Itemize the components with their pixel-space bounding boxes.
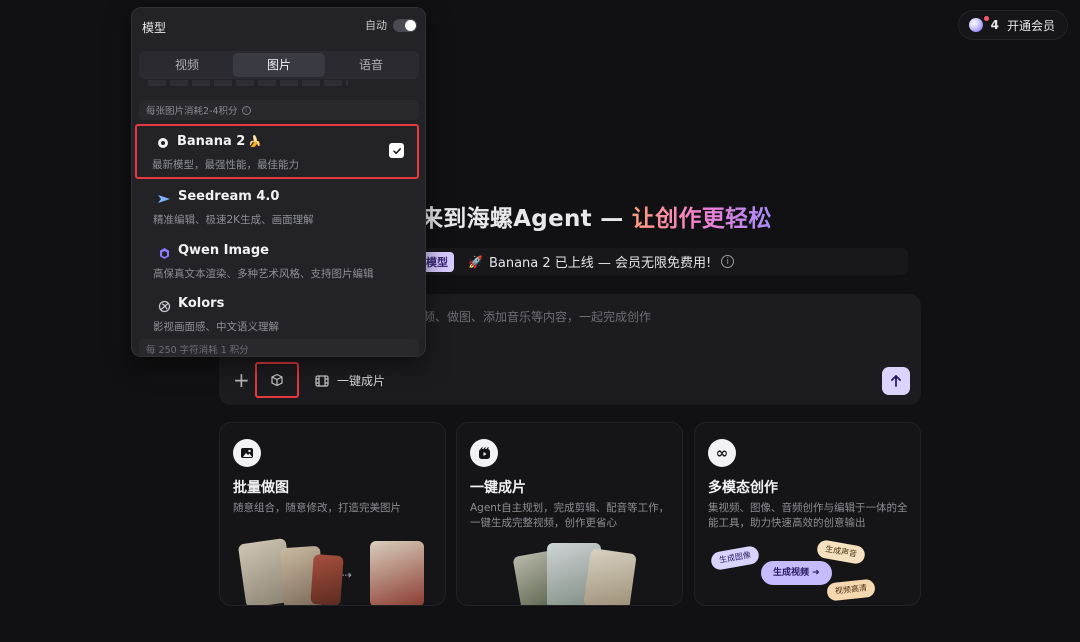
model-desc: 高保真文本渲染、多种艺术风格、支持图片编辑: [153, 268, 374, 280]
sample-image-3: [310, 554, 344, 605]
section-text: 每张图片消耗2-4积分: [146, 106, 238, 117]
card-desc: 随意组合，随意修改，打造完美图片: [233, 502, 401, 514]
arrow-up-icon: [891, 374, 901, 387]
model-type-tabs[interactable]: 视频 图片 语音: [139, 51, 419, 79]
banana-logo-icon: [155, 135, 171, 151]
chip-generate-video: 生成视频 ➜: [761, 561, 832, 585]
credit-coin-icon: [968, 18, 983, 32]
model-select-button[interactable]: [255, 362, 299, 398]
banana-emoji: 🍌: [248, 135, 263, 148]
info-icon[interactable]: i: [241, 105, 251, 115]
model-dropdown[interactable]: 模型 自动 视频 图片 语音 每张图片消耗2-4积分 i Banana 2 🍌 最…: [131, 7, 426, 357]
dropdown-title: 模型: [142, 21, 167, 35]
model-name: Banana 2 🍌: [177, 134, 263, 149]
membership-button[interactable]: 4 开通会员: [957, 10, 1068, 40]
selected-check-icon[interactable]: [389, 143, 404, 158]
model-name: Seedream 4.0: [178, 189, 280, 204]
chip-generate-image: 生成图像: [709, 544, 761, 572]
model-desc: 影视画面感、中文语义理解: [153, 321, 279, 333]
card-title: 批量做图: [233, 480, 289, 496]
feature-card-batch-image[interactable]: 批量做图 随意组合，随意修改，打造完美图片 ⇢: [219, 422, 446, 606]
model-item-seedream[interactable]: Seedream 4.0 精准编辑、极速2K生成、画面理解: [139, 183, 419, 231]
film-icon: [315, 374, 329, 387]
info-icon[interactable]: i: [721, 255, 735, 268]
auto-label: 自动: [365, 19, 387, 32]
tab-voice[interactable]: 语音: [325, 53, 417, 77]
tab-image[interactable]: 图片: [233, 53, 325, 77]
oneclick-video-button[interactable]: 一键成片: [315, 372, 385, 389]
image-icon: [233, 439, 261, 467]
model-item-qwen-image[interactable]: Qwen Image 高保真文本渲染、多种艺术风格、支持图片编辑: [139, 237, 419, 285]
card-desc: 集视频、图像、音频创作与编辑于一体的全能工具，助力快速高效的创意输出: [708, 502, 908, 529]
hero-title-accent: 让创作更轻松: [631, 206, 772, 232]
feature-card-oneclick-video[interactable]: 一键成片 Agent自主规划，完成剪辑、配音等工作，一键生成完整视频，创作更省心: [456, 422, 683, 606]
card-title: 多模态创作: [708, 480, 778, 496]
kolors-logo-icon: [156, 298, 172, 314]
model-item-kolors[interactable]: Kolors 影视画面感、中文语义理解: [139, 290, 419, 338]
model-item-banana-2[interactable]: Banana 2 🍌 最新模型，最强性能，最佳能力: [135, 124, 419, 179]
qwen-logo-icon: [156, 245, 172, 261]
section-header: 每张图片消耗2-4积分 i: [139, 100, 419, 120]
model-desc: 精准编辑、极速2K生成、画面理解: [153, 214, 314, 226]
rocket-icon: 🚀: [468, 254, 483, 269]
chip-video-hd: 视频高清: [826, 578, 876, 602]
send-button[interactable]: [882, 367, 910, 395]
infinity-icon: ∞: [708, 439, 736, 467]
scrolled-content-fragment: [148, 80, 348, 86]
announcement-bar[interactable]: 模型 🚀 Banana 2 已上线 — 会员无限免费用! i: [420, 248, 908, 275]
model-name: Qwen Image: [178, 243, 269, 258]
video-icon: [470, 439, 498, 467]
vip-label: 开通会员: [1006, 18, 1055, 33]
auto-toggle-group[interactable]: 自动: [365, 17, 417, 33]
card-title: 一键成片: [470, 480, 526, 496]
video-frame-3: [583, 548, 637, 605]
oneclick-label: 一键成片: [337, 374, 386, 388]
hero-title: 来到海螺Agent — 让创作更轻松: [420, 199, 772, 233]
card-desc: Agent自主规划，完成剪辑、配音等工作，一键生成完整视频，创作更省心: [470, 502, 670, 529]
seedream-logo-icon: [156, 191, 172, 207]
hero-title-main: 来到海螺Agent —: [420, 206, 624, 232]
add-attachment-icon[interactable]: +: [233, 370, 250, 390]
auto-toggle[interactable]: [393, 18, 417, 32]
announcement-text: Banana 2 已上线 — 会员无限免费用!: [488, 256, 712, 271]
model-desc: 最新模型，最强性能，最佳能力: [152, 159, 299, 171]
credit-count: 4: [990, 18, 999, 32]
notification-dot: [983, 16, 989, 21]
tab-video[interactable]: 视频: [141, 53, 233, 77]
sample-image-result: [370, 541, 424, 605]
prompt-placeholder[interactable]: 频、做图、添加音乐等内容，一起完成创作: [423, 308, 651, 325]
model-name: Kolors: [178, 296, 225, 311]
cube-icon: [271, 373, 283, 387]
next-section-header: 每 250 字符消耗 1 积分: [139, 339, 419, 356]
feature-card-multimodal[interactable]: ∞ 多模态创作 集视频、图像、音频创作与编辑于一体的全能工具，助力快速高效的创意…: [694, 422, 921, 606]
swap-icon: ⇢: [342, 568, 353, 582]
